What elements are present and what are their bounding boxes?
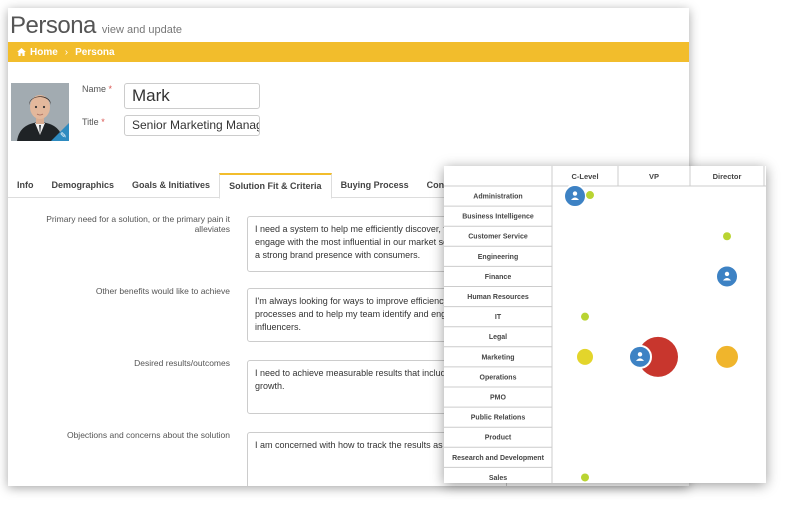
- required-mark: *: [108, 84, 113, 94]
- row-label: Finance: [485, 274, 512, 281]
- name-input[interactable]: Mark: [124, 83, 260, 109]
- persona-bubble[interactable]: [715, 264, 739, 289]
- breadcrumb: Home › Persona: [8, 42, 689, 62]
- org-bubble-chart: C-Level VP Director Administration Business …: [444, 166, 766, 483]
- name-label: Name *: [82, 84, 112, 94]
- data-bubble[interactable]: [586, 191, 594, 200]
- user-icon: [572, 191, 578, 196]
- question-label: Primary need for a solution, or the prim…: [46, 214, 230, 234]
- row-label: PMO: [490, 395, 507, 402]
- row-label: Product: [485, 435, 512, 442]
- data-bubble[interactable]: [723, 232, 731, 241]
- required-mark: *: [101, 117, 105, 127]
- data-bubble[interactable]: [581, 473, 589, 482]
- page-title: Persona: [10, 12, 96, 39]
- home-icon: [17, 48, 26, 56]
- user-icon: [724, 271, 730, 277]
- org-chart-panel: C-Level VP Director Administration Business …: [444, 166, 766, 483]
- question-label: Desired results/outcomes: [134, 358, 230, 368]
- row-label: Customer Service: [468, 234, 528, 241]
- breadcrumb-home-link[interactable]: Home: [30, 47, 58, 58]
- row-label: Research and Development: [452, 455, 544, 462]
- data-bubble[interactable]: [581, 312, 589, 321]
- column-label: Director: [713, 172, 742, 181]
- page-subtitle: view and update: [101, 24, 183, 36]
- title-label-text: Title: [82, 117, 99, 127]
- row-label: Administration: [473, 194, 522, 201]
- breadcrumb-separator: ›: [64, 46, 69, 58]
- question-label: Objections and concerns about the soluti…: [66, 430, 230, 440]
- row-label: Operations: [480, 374, 517, 381]
- row-label: Marketing: [481, 354, 514, 361]
- data-bubble[interactable]: [577, 348, 593, 365]
- tab-goals-initiatives[interactable]: Goals & Initiatives: [123, 173, 219, 198]
- row-label: Sales: [489, 475, 507, 482]
- row-label: Engineering: [478, 254, 518, 261]
- row-label: Legal: [489, 334, 507, 341]
- title-label: Title *: [82, 117, 105, 127]
- column-label: VP: [649, 172, 659, 181]
- persona-bubble[interactable]: [628, 344, 652, 369]
- column-label: C-Level: [571, 172, 598, 181]
- row-label: Business Intelligence: [462, 214, 534, 221]
- row-label: Human Resources: [467, 294, 529, 301]
- persona-bubble[interactable]: [563, 184, 587, 209]
- tab-demographics[interactable]: Demographics: [43, 173, 124, 198]
- pencil-icon: ✎: [60, 131, 67, 140]
- name-label-text: Name: [82, 84, 107, 94]
- edit-photo-button[interactable]: ✎: [51, 123, 69, 141]
- page-header: Persona view and update: [10, 12, 182, 44]
- user-icon: [637, 352, 643, 357]
- data-bubble[interactable]: [716, 345, 738, 368]
- avatar[interactable]: ✎: [11, 83, 69, 141]
- question-label: Other benefits would like to achieve: [95, 286, 230, 296]
- row-label: Public Relations: [471, 415, 526, 422]
- tab-solution-fit-criteria[interactable]: Solution Fit & Criteria: [219, 173, 332, 199]
- tab-info[interactable]: Info: [8, 173, 43, 198]
- breadcrumb-current: Persona: [75, 46, 115, 58]
- row-label: IT: [495, 314, 502, 321]
- tab-buying-process[interactable]: Buying Process: [332, 173, 418, 198]
- title-input[interactable]: Senior Marketing Manager: [124, 115, 260, 136]
